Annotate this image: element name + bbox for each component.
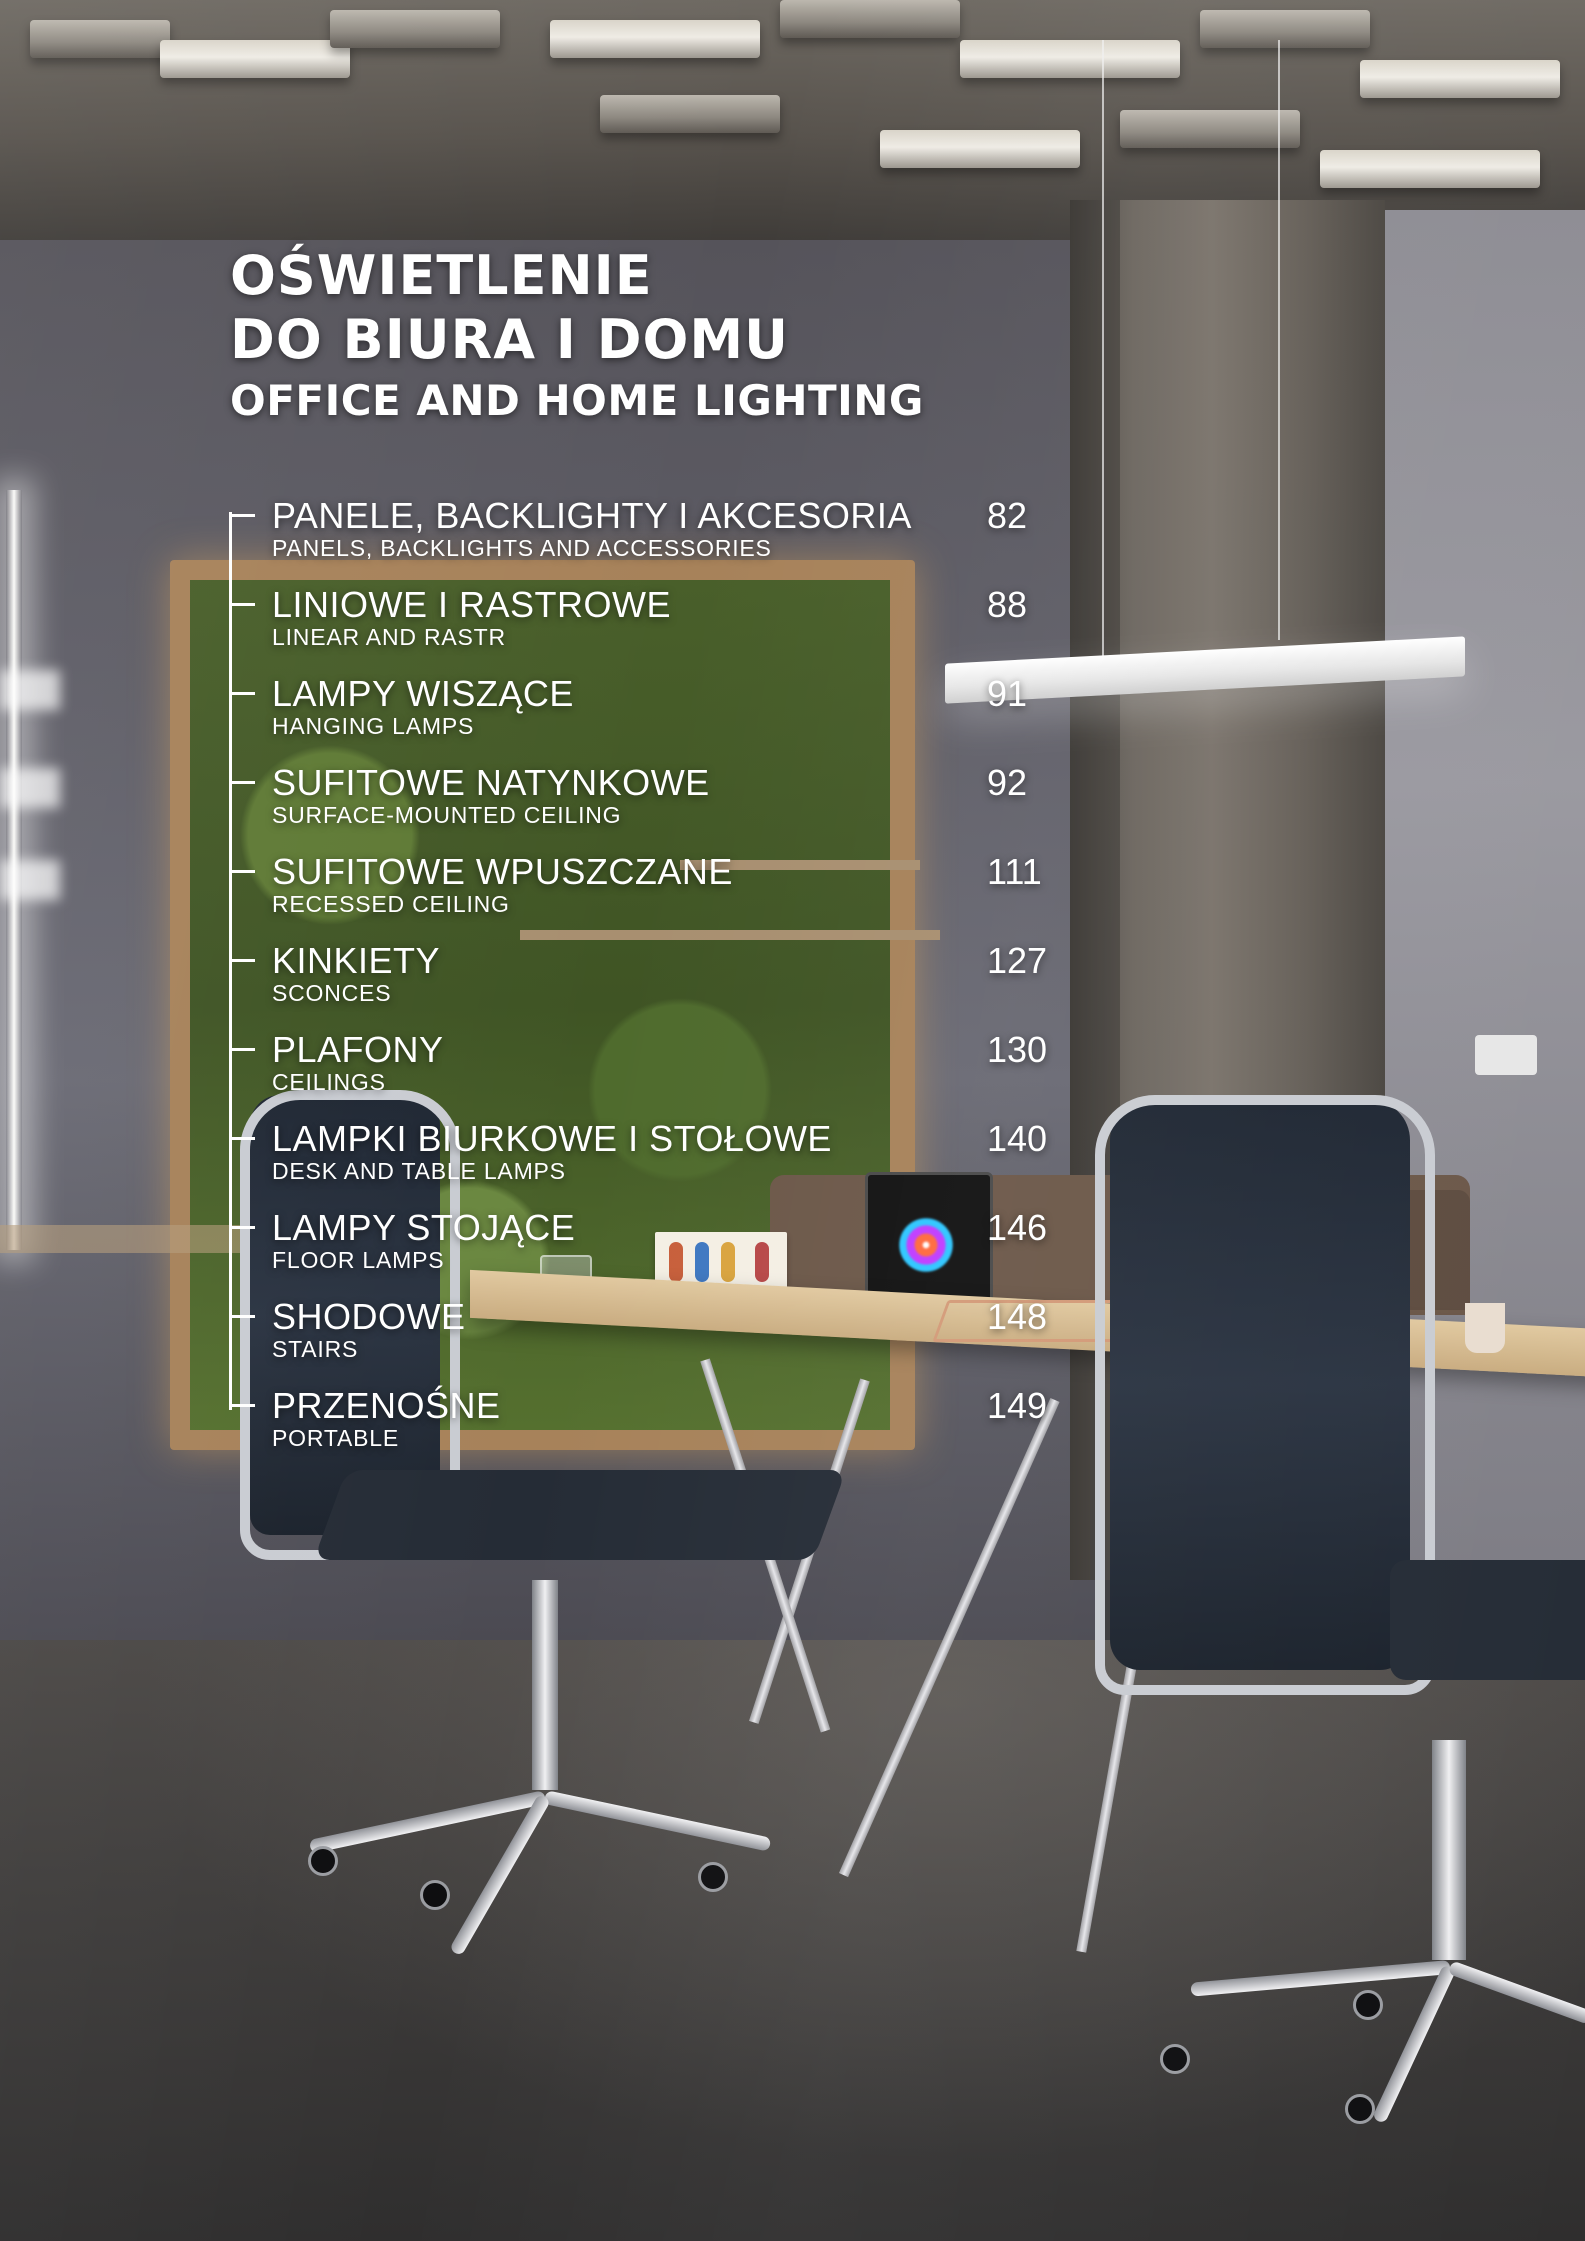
toc-entry-recessed[interactable]: SUFITOWE WPUSZCZANE RECESSED CEILING 111 xyxy=(229,851,1049,936)
toc-tick xyxy=(229,1048,255,1051)
toc-entry-subtitle: DESK AND TABLE LAMPS xyxy=(272,1158,566,1184)
page-title: OŚWIETLENIE DO BIURA I DOMU xyxy=(230,244,789,372)
toc-page-number: 127 xyxy=(987,940,1048,981)
toc-entry-title: LAMPKI BIURKOWE I STOŁOWE xyxy=(272,1118,832,1159)
toc-page-number: 146 xyxy=(987,1207,1048,1248)
toc-page-number: 82 xyxy=(987,495,1028,536)
toc-entry-subtitle: SURFACE-MOUNTED CEILING xyxy=(272,802,622,828)
toc-tick xyxy=(229,959,255,962)
toc-entry-title: PLAFONY xyxy=(272,1029,444,1070)
toc-entry-subtitle: RECESSED CEILING xyxy=(272,891,510,917)
toc-page-number: 140 xyxy=(987,1118,1048,1159)
toc-entry-subtitle: CEILINGS xyxy=(272,1069,386,1095)
toc-entry-stairs[interactable]: SHODOWE STAIRS 148 xyxy=(229,1296,1049,1381)
toc-tick xyxy=(229,603,255,606)
toc-page-number: 91 xyxy=(987,673,1028,714)
toc-page-number: 130 xyxy=(987,1029,1048,1070)
toc-entry-linear[interactable]: LINIOWE I RASTROWE LINEAR AND RASTR 88 xyxy=(229,584,1049,669)
toc-entry-desk-lamps[interactable]: LAMPKI BIURKOWE I STOŁOWE DESK AND TABLE… xyxy=(229,1118,1049,1203)
toc-entry-ceilings[interactable]: PLAFONY CEILINGS 130 xyxy=(229,1029,1049,1114)
toc-page-number: 149 xyxy=(987,1385,1048,1426)
toc-entry-sconces[interactable]: KINKIETY SCONCES 127 xyxy=(229,940,1049,1025)
toc-entry-title: SUFITOWE WPUSZCZANE xyxy=(272,851,733,892)
toc-entry-subtitle: PORTABLE xyxy=(272,1425,399,1451)
toc-entry-title: PRZENOŚNE xyxy=(272,1385,501,1426)
toc-entry-floor-lamps[interactable]: LAMPY STOJĄCE FLOOR LAMPS 146 xyxy=(229,1207,1049,1292)
toc-entry-subtitle: LINEAR AND RASTR xyxy=(272,624,506,650)
toc-tick xyxy=(229,1404,255,1407)
toc-tick xyxy=(229,781,255,784)
toc-tick xyxy=(229,514,255,517)
toc-entry-surface-ceiling[interactable]: SUFITOWE NATYNKOWE SURFACE-MOUNTED CEILI… xyxy=(229,762,1049,847)
toc-tick xyxy=(229,1315,255,1318)
toc-tick xyxy=(229,1226,255,1229)
toc-tick xyxy=(229,1137,255,1140)
toc-tick xyxy=(229,870,255,873)
toc-page-number: 92 xyxy=(987,762,1028,803)
title-line-2: DO BIURA I DOMU xyxy=(230,308,790,371)
toc-entry-hanging[interactable]: LAMPY WISZĄCE HANGING LAMPS 91 xyxy=(229,673,1049,758)
toc-entry-title: PANELE, BACKLIGHTY I AKCESORIA xyxy=(272,495,912,536)
title-line-1: OŚWIETLENIE xyxy=(230,244,653,307)
toc-entry-subtitle: STAIRS xyxy=(272,1336,359,1362)
table-of-contents: PANELE, BACKLIGHTY I AKCESORIA PANELS, B… xyxy=(229,495,1049,1460)
toc-entry-title: KINKIETY xyxy=(272,940,441,981)
toc-entry-panels[interactable]: PANELE, BACKLIGHTY I AKCESORIA PANELS, B… xyxy=(229,495,1049,580)
toc-entry-title: SHODOWE xyxy=(272,1296,466,1337)
toc-entry-title: LAMPY STOJĄCE xyxy=(272,1207,576,1248)
toc-page-number: 88 xyxy=(987,584,1028,625)
toc-entry-title: LINIOWE I RASTROWE xyxy=(272,584,672,625)
toc-entry-subtitle: HANGING LAMPS xyxy=(272,713,475,739)
toc-tick xyxy=(229,692,255,695)
toc-entry-portable[interactable]: PRZENOŚNE PORTABLE 149 xyxy=(229,1385,1049,1470)
content-overlay: OŚWIETLENIE DO BIURA I DOMU OFFICE AND H… xyxy=(0,0,1585,2241)
toc-entry-subtitle: FLOOR LAMPS xyxy=(272,1247,445,1273)
toc-entry-subtitle: SCONCES xyxy=(272,980,392,1006)
toc-entry-title: SUFITOWE NATYNKOWE xyxy=(272,762,710,803)
page-subtitle: OFFICE AND HOME LIGHTING xyxy=(230,376,924,425)
toc-entry-subtitle: PANELS, BACKLIGHTS AND ACCESSORIES xyxy=(272,535,772,561)
toc-page-number: 111 xyxy=(987,851,1042,892)
toc-page-number: 148 xyxy=(987,1296,1048,1337)
toc-entry-title: LAMPY WISZĄCE xyxy=(272,673,574,714)
